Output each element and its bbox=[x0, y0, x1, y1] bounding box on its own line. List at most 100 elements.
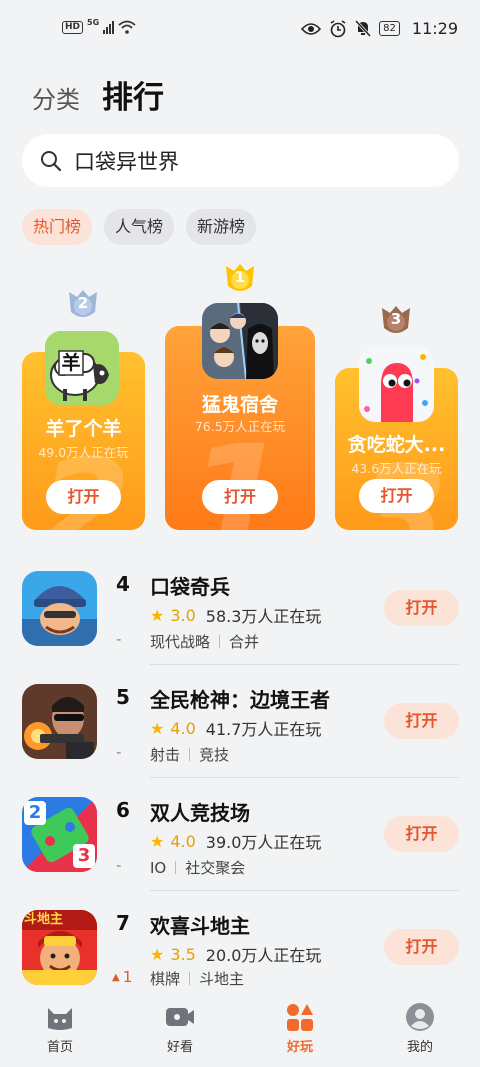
rank-change: - bbox=[116, 856, 122, 874]
app-icon-gun-god[interactable] bbox=[22, 684, 97, 759]
status-bar: HD 5G 82 11:29 bbox=[0, 0, 480, 60]
game-name[interactable]: 双人竞技场 bbox=[150, 797, 250, 826]
app-icon-haunted-dorm[interactable] bbox=[202, 303, 278, 379]
list-item[interactable]: 斗地主 7 欢喜斗地主 ★ 3.5 20.0万人正在玩 ▲ 1 棋牌 斗地主 打… bbox=[0, 891, 480, 990]
search-icon bbox=[41, 150, 62, 171]
tag-separator bbox=[189, 972, 191, 985]
hd-badge: HD bbox=[62, 20, 84, 34]
rank-change: - bbox=[116, 743, 122, 761]
nav-label: 首页 bbox=[46, 1040, 73, 1055]
search-input[interactable]: 口袋异世界 bbox=[74, 146, 179, 176]
podium-player-count: 49.0万人正在玩 bbox=[38, 445, 129, 460]
player-two-label: 2 bbox=[28, 802, 42, 823]
mute-icon bbox=[355, 20, 372, 37]
app-icon-landlord[interactable]: 斗地主 bbox=[22, 910, 97, 985]
open-button[interactable]: 打开 bbox=[46, 480, 121, 514]
sheep-icon-character: 羊 bbox=[61, 352, 81, 374]
player-count: 20.0万人正在玩 bbox=[205, 946, 322, 965]
nav-watch[interactable]: 好看 bbox=[140, 1002, 220, 1055]
tag: 社交聚会 bbox=[185, 859, 246, 877]
tag-separator bbox=[175, 861, 177, 874]
wifi-icon bbox=[118, 20, 136, 34]
header-tabs: 分类 排行 bbox=[32, 72, 164, 117]
game-stats: ★ 4.0 41.7万人正在玩 bbox=[150, 716, 321, 740]
app-icon-snake[interactable] bbox=[359, 347, 434, 422]
podium-game-name: 贪吃蛇大... bbox=[347, 434, 446, 456]
tag: 现代战略 bbox=[150, 633, 211, 651]
battery-icon: 82 bbox=[379, 21, 400, 36]
eye-icon bbox=[301, 22, 322, 35]
rating: 4.0 bbox=[170, 831, 196, 851]
list-item[interactable]: 2 3 6 双人竞技场 ★ 4.0 39.0万人正在玩 - IO 社交聚会 打开 bbox=[0, 778, 480, 891]
podium-game-name: 猛鬼宿舍 bbox=[201, 394, 278, 416]
list-item[interactable]: 4 口袋奇兵 ★ 3.0 58.3万人正在玩 - 现代战略 合并 打开 bbox=[0, 552, 480, 665]
open-button[interactable]: 打开 bbox=[359, 479, 434, 513]
rating: 4.0 bbox=[170, 718, 196, 738]
status-right: 82 11:29 bbox=[301, 19, 458, 38]
tag: 射击 bbox=[150, 746, 181, 764]
rank-change: - bbox=[116, 630, 122, 648]
open-button[interactable]: 打开 bbox=[384, 703, 459, 739]
app-icon-pocket-troops[interactable] bbox=[22, 571, 97, 646]
silver-medal-number: 2 bbox=[77, 294, 89, 312]
tag: IO bbox=[150, 858, 167, 877]
rank-number: 7 bbox=[116, 911, 130, 935]
nav-home[interactable]: 首页 bbox=[20, 1002, 100, 1055]
tag-separator bbox=[219, 635, 221, 648]
player-count: 58.3万人正在玩 bbox=[205, 607, 322, 626]
player-three-label: 3 bbox=[77, 845, 91, 866]
tab-ranking[interactable]: 排行 bbox=[102, 72, 164, 117]
nav-profile[interactable]: 我的 bbox=[380, 1002, 460, 1055]
landlord-icon-title: 斗地主 bbox=[24, 912, 64, 927]
game-tags: 现代战略 合并 bbox=[150, 631, 259, 652]
tag: 合并 bbox=[229, 633, 260, 651]
tag: 竞技 bbox=[199, 746, 230, 764]
game-name[interactable]: 欢喜斗地主 bbox=[150, 910, 250, 939]
rank-number: 5 bbox=[116, 685, 130, 709]
app-icon-double-arena[interactable]: 2 3 bbox=[22, 797, 97, 872]
tag: 斗地主 bbox=[199, 970, 245, 988]
player-count: 41.7万人正在玩 bbox=[205, 720, 322, 739]
chip-hot[interactable]: 热门榜 bbox=[22, 209, 93, 245]
open-button[interactable]: 打开 bbox=[384, 929, 459, 965]
home-icon bbox=[48, 1008, 72, 1030]
rank-number: 6 bbox=[116, 798, 130, 822]
game-name[interactable]: 全民枪神：边境王者 bbox=[150, 684, 330, 713]
list-item[interactable]: 5 全民枪神：边境王者 ★ 4.0 41.7万人正在玩 - 射击 竞技 打开 bbox=[0, 665, 480, 778]
rank-change-value: 1 bbox=[122, 968, 133, 986]
profile-icon bbox=[406, 1003, 434, 1031]
chip-new[interactable]: 新游榜 bbox=[186, 209, 257, 245]
open-button[interactable]: 打开 bbox=[384, 590, 459, 626]
game-tags: 射击 竞技 bbox=[150, 744, 229, 765]
nav-label: 我的 bbox=[406, 1040, 433, 1055]
open-button[interactable]: 打开 bbox=[384, 816, 459, 852]
ranking-filter-chips: 热门榜 人气榜 新游榜 bbox=[22, 209, 257, 245]
open-button[interactable]: 打开 bbox=[202, 480, 278, 514]
game-stats: ★ 3.0 58.3万人正在玩 bbox=[150, 603, 321, 627]
nav-games[interactable]: 好玩 bbox=[260, 1002, 340, 1055]
big-rank-number: 1 bbox=[185, 414, 290, 530]
tag-separator bbox=[189, 748, 191, 761]
rank-change: ▲ 1 bbox=[112, 968, 132, 986]
tab-category[interactable]: 分类 bbox=[32, 80, 80, 115]
rank-up-icon: ▲ bbox=[112, 971, 120, 983]
rating: 3.0 bbox=[170, 605, 196, 625]
search-bar[interactable]: 口袋异世界 bbox=[22, 134, 459, 187]
player-count: 39.0万人正在玩 bbox=[205, 833, 322, 852]
game-stats: ★ 4.0 39.0万人正在玩 bbox=[150, 829, 321, 853]
chip-popular[interactable]: 人气榜 bbox=[104, 209, 175, 245]
rating: 3.5 bbox=[170, 944, 196, 964]
rank-number: 4 bbox=[116, 572, 130, 596]
star-icon: ★ bbox=[150, 605, 165, 625]
signal-icon bbox=[103, 20, 115, 34]
tag: 棋牌 bbox=[150, 970, 181, 988]
clock: 11:29 bbox=[411, 19, 458, 38]
nav-label: 好玩 bbox=[286, 1040, 313, 1055]
app-icon-sheep[interactable]: 羊 bbox=[45, 331, 119, 405]
star-icon: ★ bbox=[150, 831, 165, 851]
nav-label: 好看 bbox=[166, 1040, 193, 1055]
star-icon: ★ bbox=[150, 944, 165, 964]
star-icon: ★ bbox=[150, 718, 165, 738]
bottom-navigation: 首页 好看 好玩 我的 bbox=[0, 990, 480, 1067]
game-name[interactable]: 口袋奇兵 bbox=[150, 571, 230, 600]
